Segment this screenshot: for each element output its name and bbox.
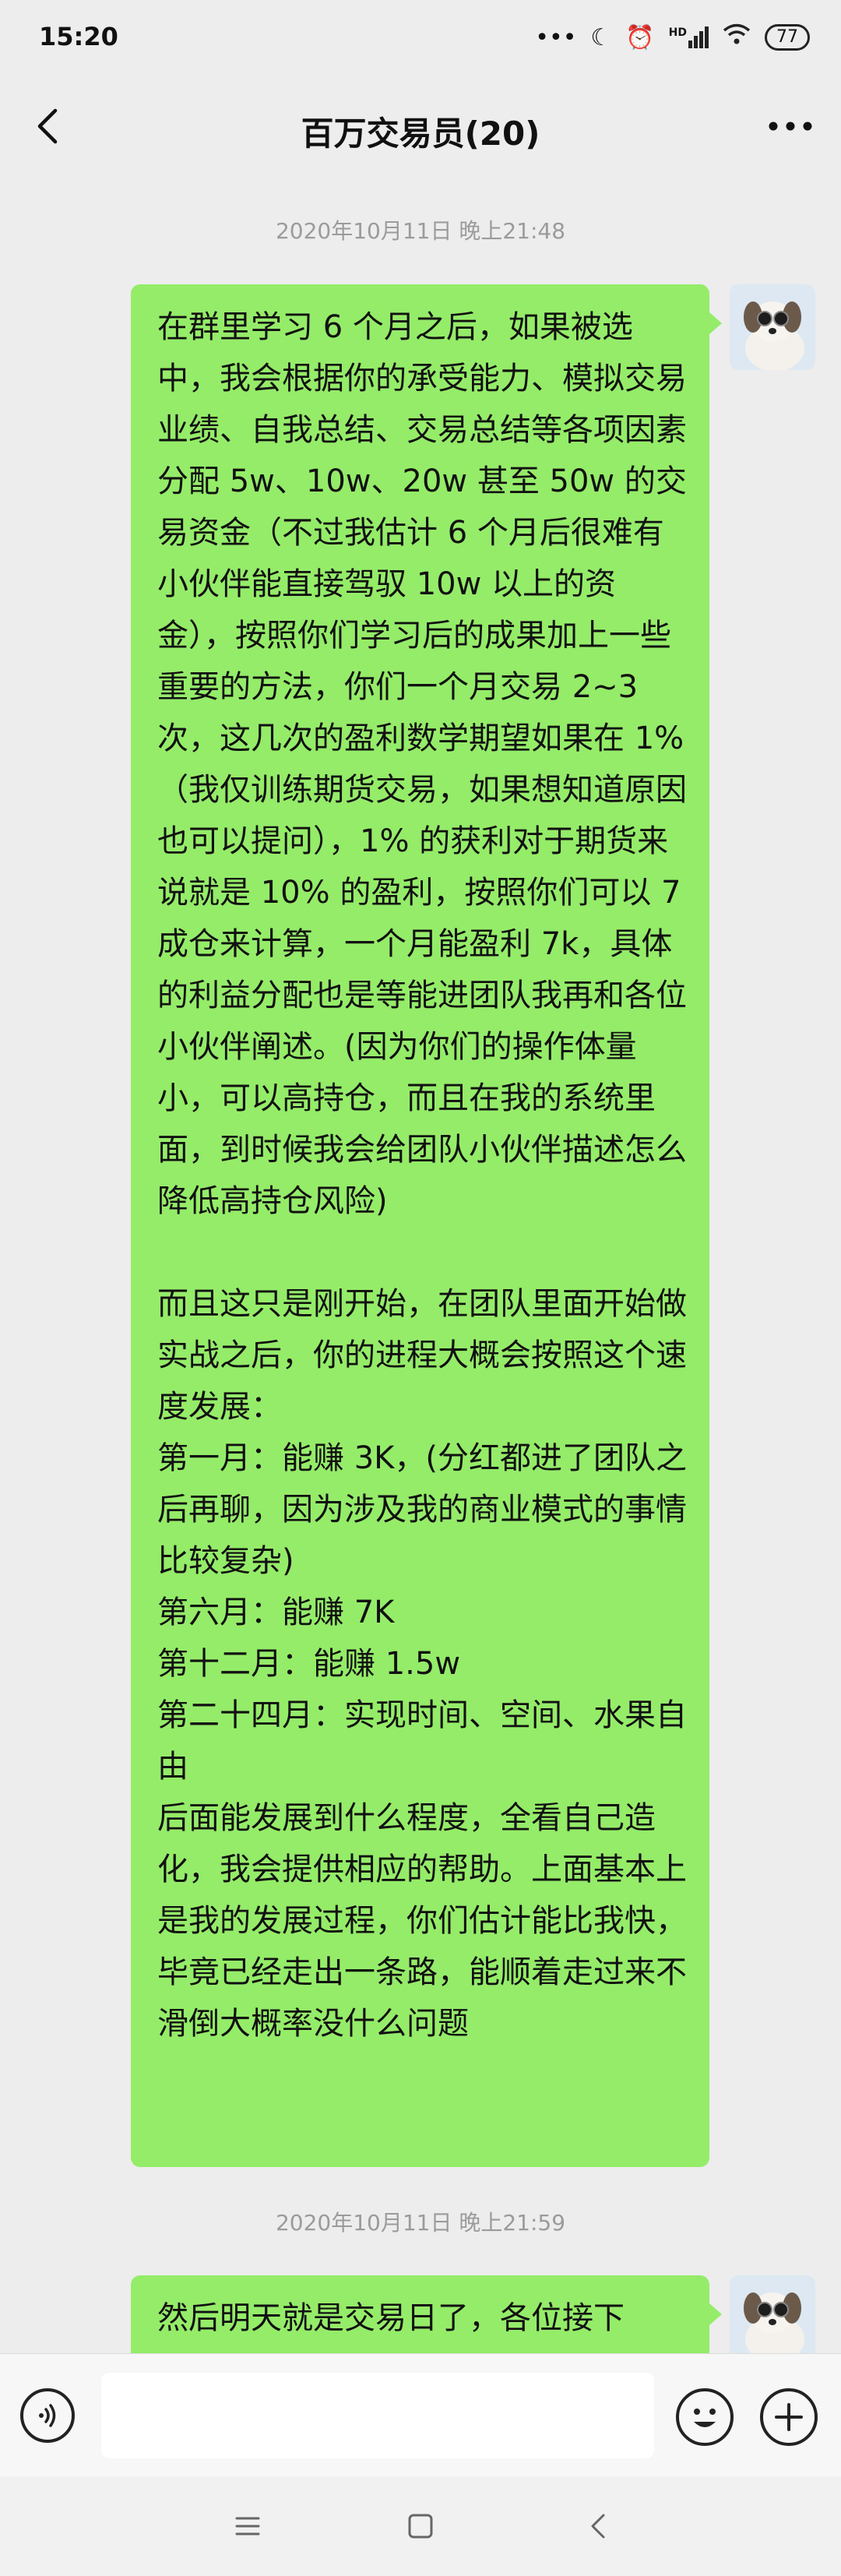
signal-icon: HD bbox=[669, 26, 709, 48]
status-icons: ••• ☾ ⏰ HD 77 bbox=[535, 23, 810, 51]
home-icon[interactable] bbox=[397, 2503, 444, 2550]
battery-indicator: 77 bbox=[765, 24, 810, 51]
message-bubble[interactable]: 在群里学习 6 个月之后，如果被选中，我会根据你的承受能力、模拟交易业绩、自我总… bbox=[131, 284, 722, 2167]
plus-icon[interactable] bbox=[760, 2388, 818, 2446]
message-timestamp: 2020年10月11日 晚上21:48 bbox=[275, 218, 566, 244]
chat-title: 百万交易员(20) bbox=[301, 115, 540, 153]
status-time: 15:20 bbox=[39, 22, 118, 51]
input-bar bbox=[0, 2353, 841, 2477]
signal-label: HD bbox=[668, 26, 687, 39]
status-bar: 15:20 ••• ☾ ⏰ HD 77 bbox=[0, 0, 841, 78]
avatar[interactable] bbox=[730, 2275, 815, 2361]
message-timestamp: 2020年10月11日 晚上21:59 bbox=[275, 2210, 566, 2236]
back-icon[interactable] bbox=[575, 2503, 621, 2550]
message-input[interactable] bbox=[101, 2373, 654, 2458]
chat-header: 百万交易员(20) bbox=[0, 78, 841, 179]
more-icon[interactable] bbox=[763, 103, 818, 150]
dots-icon: ••• bbox=[535, 23, 577, 51]
wifi-icon bbox=[723, 23, 751, 51]
moon-icon: ☾ bbox=[590, 23, 612, 51]
avatar[interactable] bbox=[730, 284, 815, 370]
system-nav-bar bbox=[0, 2476, 841, 2576]
voice-icon[interactable] bbox=[20, 2388, 75, 2443]
emoji-icon[interactable] bbox=[676, 2388, 734, 2446]
menu-icon[interactable] bbox=[224, 2503, 271, 2550]
alarm-icon: ⏰ bbox=[625, 23, 655, 51]
